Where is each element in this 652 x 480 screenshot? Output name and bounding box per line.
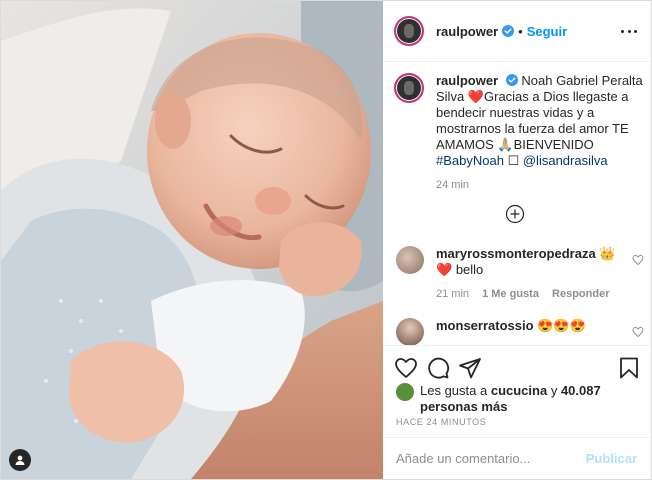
crown-emoji: 👑 [599, 246, 616, 261]
heart-emoji: ❤️ [467, 89, 484, 104]
baby-photo-illustration [1, 1, 383, 479]
liker-avatar[interactable] [396, 383, 414, 401]
comment-time[interactable]: 21 min [436, 288, 469, 300]
person-glyph [15, 455, 25, 465]
likes-prefix: Les gusta a [420, 383, 488, 398]
comment-username[interactable]: maryrossmonteropedraza [436, 246, 596, 261]
share-icon[interactable] [458, 356, 482, 380]
caption-username[interactable]: raulpower [436, 73, 498, 88]
post-header: raulpower • Seguir [384, 1, 651, 62]
post-timestamp[interactable]: HACE 24 MINUTOS [396, 417, 486, 427]
likes-joiner: y [550, 383, 558, 398]
publish-button[interactable]: Publicar [586, 451, 637, 466]
comment-text: 😍😍😍 [537, 318, 586, 333]
comment-body: maryrossmonteropedraza 👑 ❤️ bello [436, 246, 622, 278]
verified-icon [505, 74, 518, 86]
comment-item: monserratossio 😍😍😍 [394, 318, 644, 345]
comments-section[interactable]: raulpower Noah Gabriel Peralta Silva ❤️G… [384, 63, 651, 345]
load-more-icon[interactable] [505, 204, 525, 224]
caption-avatar[interactable] [394, 73, 424, 103]
comment-avatar[interactable] [396, 318, 424, 345]
user-tag-icon[interactable] [9, 449, 31, 471]
header-username[interactable]: raulpower [436, 24, 498, 39]
comment-text: bello [455, 262, 484, 277]
header-separator: • [518, 23, 523, 39]
instagram-post: raulpower • Seguir raulpower Noah Gabrie… [0, 0, 652, 480]
caption-text-3: BIENVENIDO [513, 137, 594, 152]
pray-emoji: 🙏🏼 [497, 137, 514, 152]
heart-icon[interactable] [632, 254, 644, 266]
comment-avatar[interactable] [396, 246, 424, 274]
mention-link[interactable]: @lisandrasilva [523, 153, 608, 168]
hashtag-link[interactable]: #BabyNoah [436, 153, 504, 168]
comment-username[interactable]: monserratossio [436, 318, 534, 333]
heart-emoji: ❤️ [436, 262, 453, 277]
comment-item: maryrossmonteropedraza 👑 ❤️ bello 21 min… [394, 246, 644, 300]
comment-input[interactable] [396, 451, 586, 466]
more-options-icon[interactable] [621, 23, 637, 39]
caption-text: raulpower Noah Gabriel Peralta Silva ❤️G… [436, 73, 644, 169]
heart-icon[interactable] [394, 356, 418, 380]
comment-composer: Publicar [384, 437, 651, 479]
comment-body: monserratossio 😍😍😍 [436, 318, 622, 334]
comment-likes[interactable]: 1 Me gusta [482, 288, 539, 300]
comment-meta: 21 min 1 Me gusta Responder [436, 288, 644, 300]
heart-icon[interactable] [632, 326, 644, 338]
comment-icon[interactable] [426, 356, 450, 380]
likes-summary: Les gusta a cucucina y 40.087 personas m… [396, 383, 641, 415]
box-glyph: ☐ [507, 153, 520, 168]
liker-username[interactable]: cucucina [491, 383, 547, 398]
post-sidebar: raulpower • Seguir raulpower Noah Gabrie… [384, 1, 651, 479]
caption: raulpower Noah Gabriel Peralta Silva ❤️G… [394, 73, 644, 191]
action-bar [384, 345, 651, 387]
avatar[interactable] [394, 16, 424, 46]
follow-button[interactable]: Seguir [527, 24, 567, 39]
caption-time[interactable]: 24 min [436, 179, 644, 191]
verified-icon [502, 25, 515, 37]
reply-button[interactable]: Responder [552, 288, 609, 300]
bookmark-icon[interactable] [617, 356, 641, 380]
likes-text: Les gusta a cucucina y 40.087 personas m… [420, 383, 641, 415]
post-photo[interactable] [1, 1, 383, 479]
